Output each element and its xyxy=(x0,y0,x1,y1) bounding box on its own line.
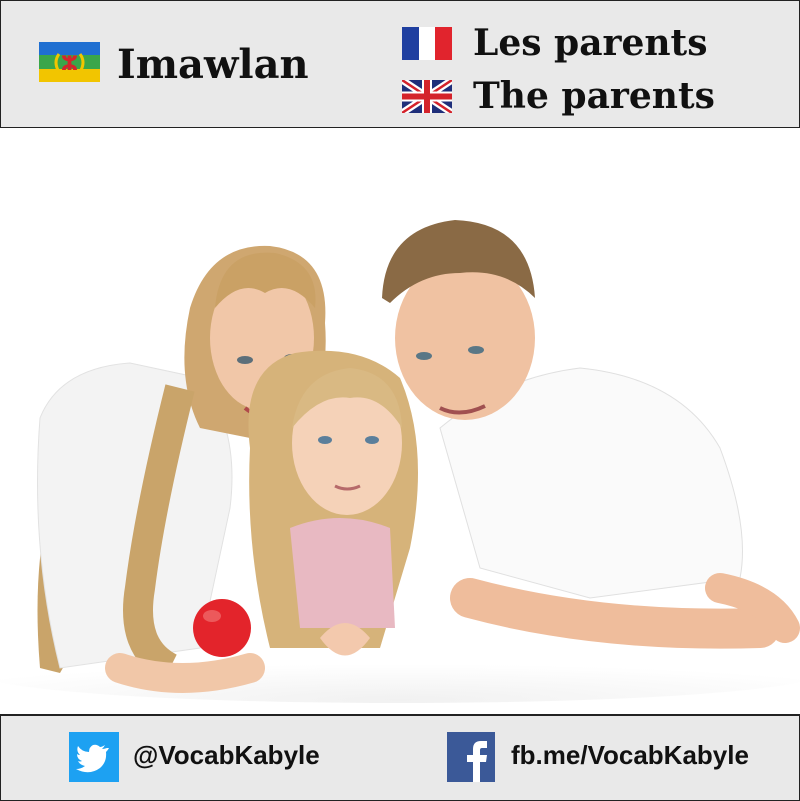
header-panel: ⵣ Imawlan Les parents The parents xyxy=(0,0,800,129)
french-word: Les parents xyxy=(473,22,708,64)
family-photo xyxy=(0,128,800,714)
child-figure xyxy=(248,350,418,656)
footer-panel: @VocabKabyle fb.me/VocabKabyle xyxy=(0,714,800,801)
twitter-icon[interactable] xyxy=(69,732,119,782)
french-flag-icon xyxy=(402,27,452,60)
kabyle-word: Imawlan xyxy=(117,41,309,88)
red-ball xyxy=(193,599,251,657)
uk-flag-icon xyxy=(402,80,452,113)
english-word: The parents xyxy=(473,75,715,117)
facebook-icon[interactable] xyxy=(447,732,495,782)
facebook-link[interactable]: fb.me/VocabKabyle xyxy=(511,738,749,772)
svg-text:ⵣ: ⵣ xyxy=(61,51,78,75)
kabyle-flag-icon: ⵣ xyxy=(39,42,100,82)
twitter-handle[interactable]: @VocabKabyle xyxy=(133,738,320,772)
